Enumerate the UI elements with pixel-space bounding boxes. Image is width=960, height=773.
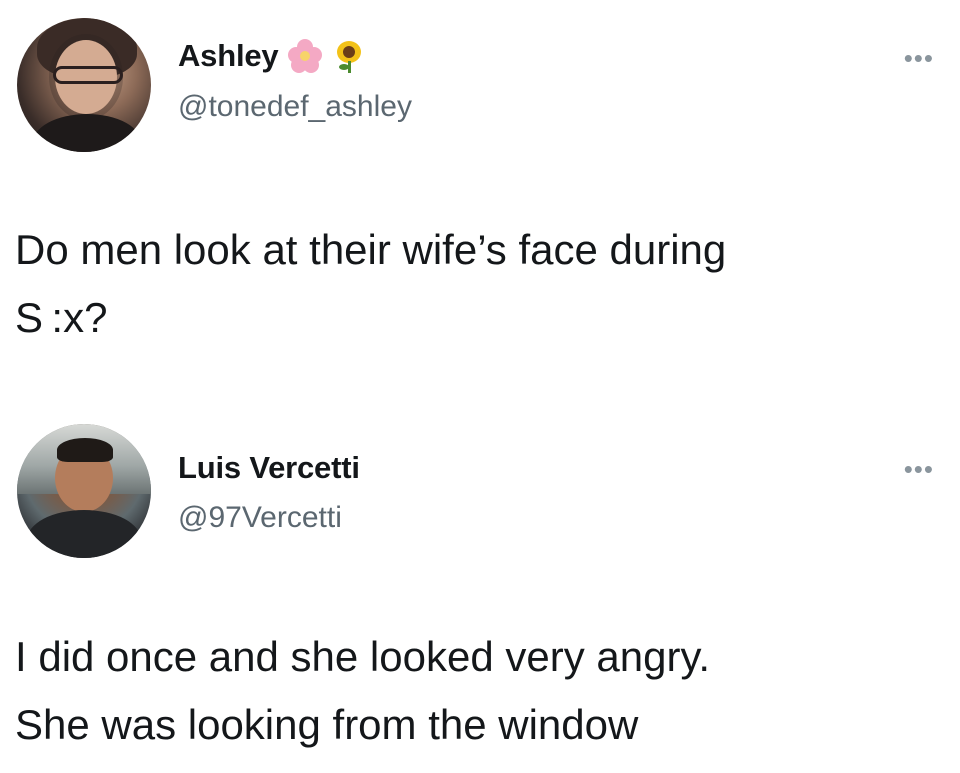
sunflower-icon: [332, 39, 366, 73]
more-options-icon[interactable]: •••: [904, 456, 934, 482]
more-options-icon[interactable]: •••: [904, 45, 934, 71]
user-handle[interactable]: @tonedef_ashley: [178, 90, 412, 124]
tweet-ashley[interactable]: Ashley @tonedef_ashley ••• Do men look a…: [0, 0, 960, 390]
display-name[interactable]: Luis Vercetti: [178, 450, 360, 486]
user-handle[interactable]: @97Vercetti: [178, 501, 342, 535]
avatar[interactable]: [17, 424, 151, 558]
avatar-shirt: [32, 114, 142, 152]
avatar[interactable]: [17, 18, 151, 152]
author-name-row[interactable]: Luis Vercetti: [178, 450, 360, 486]
tweet-text: Do men look at their wife’s face during …: [15, 226, 727, 341]
tweet-luis-vercetti[interactable]: Luis Vercetti @97Vercetti ••• I did once…: [0, 405, 960, 773]
avatar-glasses: [53, 66, 123, 84]
avatar-shirt: [27, 510, 141, 558]
tweet-text: I did once and she looked very angry. Sh…: [15, 633, 710, 748]
display-name[interactable]: Ashley: [178, 38, 279, 74]
pink-flower-icon: [288, 39, 323, 73]
avatar-hair: [57, 438, 113, 462]
author-name-row[interactable]: Ashley: [178, 38, 366, 74]
